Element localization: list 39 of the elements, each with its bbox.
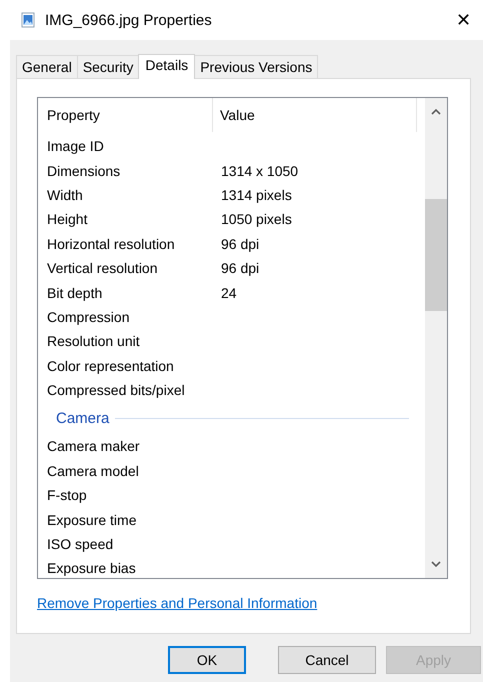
property-name: Color representation bbox=[47, 358, 175, 374]
property-name: Exposure time bbox=[47, 512, 138, 528]
property-name: ISO speed bbox=[47, 536, 114, 552]
property-value: 96 dpi bbox=[221, 260, 260, 276]
property-name: Vertical resolution bbox=[47, 260, 159, 276]
tab[interactable]: Security bbox=[76, 55, 140, 78]
remove-properties-link[interactable]: Remove Properties and Personal Information bbox=[37, 595, 318, 611]
dialog-button[interactable]: OK bbox=[168, 646, 246, 674]
property-value: 1314 pixels bbox=[221, 186, 292, 203]
property-value: 1314 x 1050 bbox=[221, 162, 298, 179]
property-name: Bit depth bbox=[47, 284, 104, 301]
tab[interactable]: General bbox=[16, 55, 78, 78]
tab[interactable]: Details bbox=[138, 54, 196, 79]
property-value: 96 dpi bbox=[221, 236, 260, 252]
property-value: 1050 pixels bbox=[221, 211, 292, 228]
window-title: IMG_6966.jpg Properties bbox=[45, 12, 213, 28]
scroll-up-icon[interactable] bbox=[431, 108, 441, 115]
property-name: Image ID bbox=[47, 138, 105, 154]
scrollbar-thumb[interactable] bbox=[425, 199, 447, 311]
property-name: Dimensions bbox=[47, 162, 122, 179]
dialog-button[interactable]: Cancel bbox=[278, 646, 376, 674]
property-name: Camera model bbox=[47, 462, 140, 479]
group-header: Camera bbox=[56, 410, 110, 427]
close-button[interactable]: ✕ bbox=[456, 9, 471, 31]
image-file-icon bbox=[20, 12, 36, 28]
property-name: Resolution unit bbox=[47, 333, 141, 350]
property-name: Height bbox=[47, 211, 88, 228]
property-name: Horizontal resolution bbox=[47, 236, 176, 252]
tab[interactable]: Previous Versions bbox=[194, 55, 318, 78]
column-header[interactable]: Value bbox=[213, 98, 417, 132]
property-name: Width bbox=[47, 186, 84, 203]
property-name: F-stop bbox=[47, 487, 88, 504]
property-name: Camera maker bbox=[47, 438, 141, 454]
property-name: Compression bbox=[47, 308, 130, 325]
column-header[interactable]: Property bbox=[47, 98, 213, 132]
scroll-down-icon[interactable] bbox=[431, 561, 441, 568]
property-name: Compressed bits/pixel bbox=[47, 382, 186, 398]
property-name: Exposure bias bbox=[47, 560, 137, 576]
property-value: 24 bbox=[221, 284, 237, 301]
